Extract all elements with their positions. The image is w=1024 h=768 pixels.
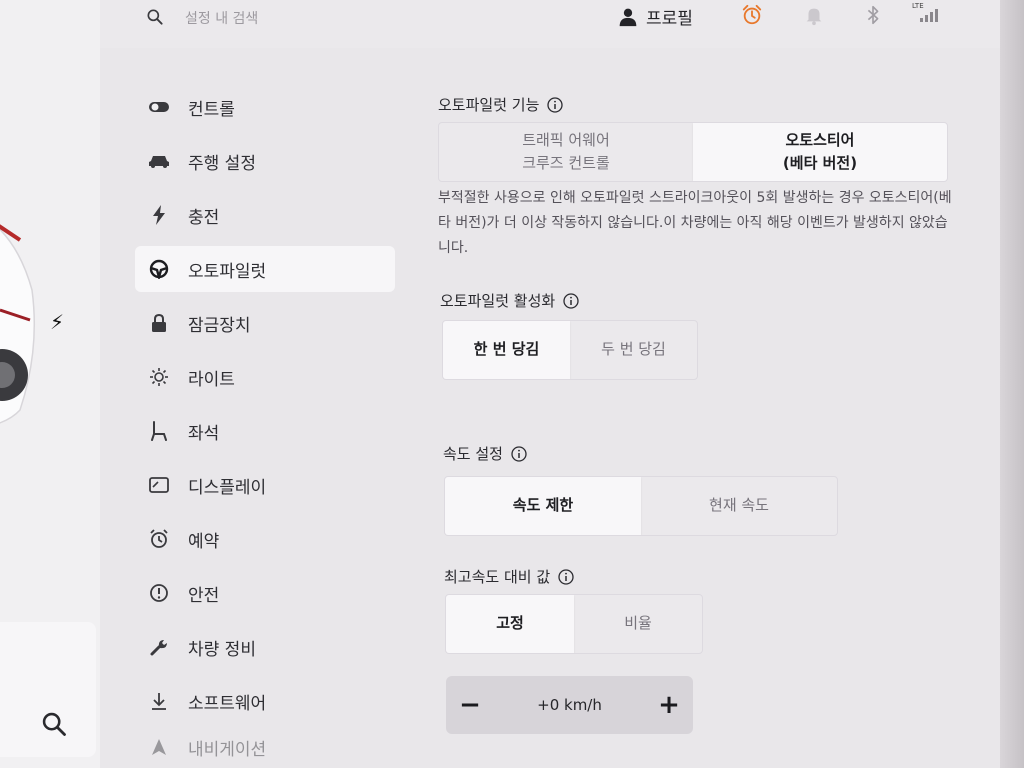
- nav-item-display[interactable]: 디스플레이: [135, 462, 395, 508]
- section-title-text: 오토파일럿 활성화: [440, 292, 556, 310]
- info-icon[interactable]: [547, 96, 564, 113]
- nav-label: 라이트: [188, 369, 235, 390]
- autopilot-features-segmented: 트래픽 어웨어크루즈 컨트롤 오토스티어 (베타 버전): [438, 122, 948, 182]
- option-speed-limit[interactable]: 속도 제한: [445, 477, 641, 535]
- search-icon[interactable]: [145, 7, 165, 27]
- nav-label: 예약: [188, 531, 220, 552]
- option-fixed[interactable]: 고정: [446, 595, 574, 653]
- option-double-pull[interactable]: 두 번 당김: [570, 321, 697, 379]
- bolt-icon: [148, 204, 170, 226]
- option-single-pull[interactable]: 한 번 당김: [443, 321, 570, 379]
- info-icon[interactable]: [511, 445, 527, 462]
- nav-item-navigation[interactable]: 내비게이션: [135, 732, 395, 762]
- search-icon[interactable]: [40, 710, 68, 738]
- seat-icon: [148, 420, 170, 442]
- display-icon: [148, 474, 170, 496]
- nav-item-locks[interactable]: 잠금장치: [135, 300, 395, 346]
- info-icon[interactable]: [563, 292, 579, 309]
- autopilot-features-title: 오토파일럿 기능: [438, 94, 564, 115]
- autopilot-activation-title: 오토파일럿 활성화: [440, 290, 579, 311]
- speed-offset-title: 최고속도 대비 값: [444, 566, 574, 587]
- screen: ⚡︎ 설정 내 검색 프로필 LTE 컨트롤 주행 설정 충전 오토파일럿 잠금…: [0, 0, 1000, 768]
- car-image: [0, 224, 35, 424]
- nav-item-schedule[interactable]: 예약: [135, 516, 395, 562]
- nav-item-software[interactable]: 소프트웨어: [135, 678, 395, 724]
- lte-signal-icon: LTE: [912, 2, 942, 24]
- nav-item-service[interactable]: 차량 정비: [135, 624, 395, 670]
- nav-label: 차량 정비: [188, 639, 256, 660]
- alarm-clock-icon[interactable]: [741, 4, 763, 26]
- speed-offset-stepper: − +0 km/h +: [446, 676, 693, 734]
- navigation-icon: [148, 736, 170, 758]
- nav-label: 디스플레이: [188, 477, 267, 498]
- option-current-speed[interactable]: 현재 속도: [641, 477, 837, 535]
- toggle-icon: [148, 96, 170, 118]
- download-icon: [148, 690, 170, 712]
- nav-item-autopilot[interactable]: 오토파일럿: [135, 246, 395, 292]
- speed-offset-value: +0 km/h: [537, 696, 602, 714]
- settings-nav: 컨트롤 주행 설정 충전 오토파일럿 잠금장치 라이트 좌석 디스플레이 예약 …: [135, 84, 395, 768]
- option-label-line1: 오토스티어: [785, 130, 855, 149]
- nav-item-lights[interactable]: 라이트: [135, 354, 395, 400]
- settings-search-input[interactable]: 설정 내 검색: [185, 8, 258, 28]
- profile-label: 프로필: [646, 9, 693, 29]
- nav-label: 소프트웨어: [188, 693, 267, 714]
- car-icon: [148, 150, 170, 172]
- speed-setting-segmented: 속도 제한 현재 속도: [444, 476, 838, 536]
- section-title-text: 속도 설정: [443, 445, 503, 463]
- strikeout-note: 부적절한 사용으로 인해 오토파일럿 스트라이크아웃이 5회 발생하는 경우 오…: [438, 190, 952, 256]
- nav-item-charging[interactable]: 충전: [135, 192, 395, 238]
- decrease-button[interactable]: −: [446, 681, 494, 729]
- option-autosteer-beta[interactable]: 오토스티어 (베타 버전): [693, 123, 947, 181]
- nav-label: 내비게이션: [188, 739, 267, 760]
- wrench-icon: [148, 636, 170, 658]
- speed-setting-title: 속도 설정: [443, 443, 527, 464]
- nav-item-seats[interactable]: 좌석: [135, 408, 395, 454]
- nav-label: 오토파일럿: [188, 261, 267, 282]
- schedule-clock-icon: [148, 528, 170, 550]
- bell-icon[interactable]: [803, 4, 825, 26]
- info-icon[interactable]: [558, 568, 574, 585]
- nav-label: 주행 설정: [188, 153, 256, 174]
- profile-button[interactable]: 프로필: [618, 4, 693, 29]
- steering-wheel-icon: [148, 258, 170, 280]
- option-label-line2: (베타 버전): [782, 154, 858, 172]
- lock-icon: [148, 312, 170, 334]
- nav-item-driving[interactable]: 주행 설정: [135, 138, 395, 184]
- person-icon: [619, 8, 637, 26]
- nav-label: 잠금장치: [188, 315, 251, 336]
- nav-label: 충전: [188, 207, 220, 228]
- nav-item-controls[interactable]: 컨트롤: [135, 84, 395, 130]
- nav-label: 안전: [188, 585, 220, 606]
- section-title-text: 최고속도 대비 값: [444, 568, 551, 586]
- autopilot-activation-segmented: 한 번 당김 두 번 당김: [442, 320, 698, 380]
- option-label-line2: 크루즈 컨트롤: [522, 154, 610, 172]
- charging-bolt-icon: ⚡︎: [50, 310, 65, 334]
- nav-label: 컨트롤: [188, 99, 235, 120]
- option-traffic-aware-cruise[interactable]: 트래픽 어웨어크루즈 컨트롤: [439, 123, 693, 181]
- screen-bezel: [1000, 0, 1024, 768]
- car-panel: ⚡︎: [0, 0, 100, 768]
- bluetooth-icon[interactable]: [862, 4, 884, 26]
- speed-offset-segmented: 고정 비율: [445, 594, 703, 654]
- nav-label: 좌석: [188, 423, 220, 444]
- nav-item-safety[interactable]: 안전: [135, 570, 395, 616]
- option-percentage[interactable]: 비율: [574, 595, 702, 653]
- safety-icon: [148, 582, 170, 604]
- increase-button[interactable]: +: [645, 681, 693, 729]
- option-label-line1: 트래픽 어웨어: [522, 130, 610, 149]
- light-icon: [148, 366, 170, 388]
- signal-bars-icon: [920, 9, 938, 22]
- section-title-text: 오토파일럿 기능: [438, 96, 540, 114]
